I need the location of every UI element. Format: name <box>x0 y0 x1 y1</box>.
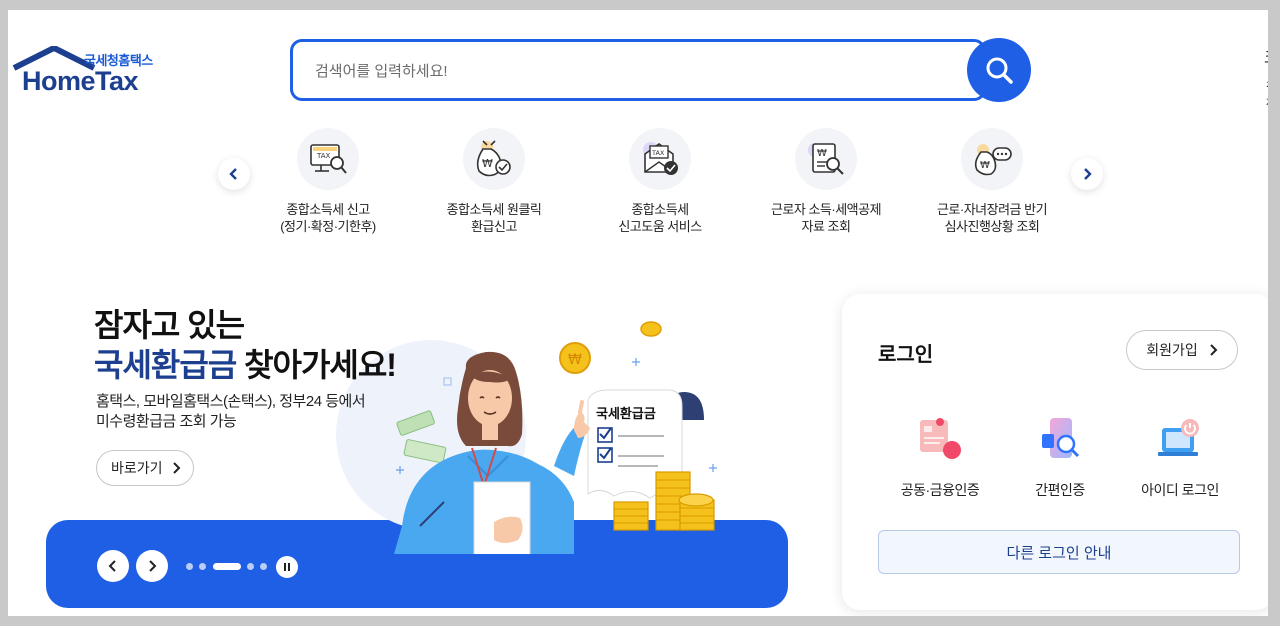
search-bar <box>290 39 986 101</box>
svg-text:₩: ₩ <box>817 148 827 159</box>
hero-title-highlight: 국세환급금 <box>94 347 237 383</box>
quick-menu-label-1: 근로자 소득·세액공제 <box>770 202 882 217</box>
tax-envelope-icon: TAX <box>629 128 691 190</box>
quick-menu-item[interactable]: TAX 종합소득세 신고도움 서비스 <box>575 128 745 235</box>
chevron-right-icon <box>149 560 157 572</box>
login-title: 로그인 <box>878 344 934 366</box>
quick-menu-item[interactable]: ₩ 종합소득세 원클릭 환급신고 <box>409 128 579 235</box>
chevron-left-icon <box>108 560 116 572</box>
refund-illustration: ₩ 국세환급금 <box>394 321 717 554</box>
quick-menu-label-2: 신고도움 서비스 <box>618 219 702 234</box>
banner-dot[interactable] <box>199 563 206 570</box>
svg-text:TAX: TAX <box>651 149 665 157</box>
tax-search-icon: TAX <box>297 128 359 190</box>
hero-title-line2: 국세환급금 찾아가세요! <box>94 340 397 386</box>
quick-menu-label-2: 환급신고 <box>471 219 517 234</box>
search-input[interactable] <box>315 58 955 84</box>
banner-prev-button[interactable] <box>97 550 129 582</box>
window-edge <box>1268 0 1280 626</box>
svg-text:TAX: TAX <box>316 152 331 160</box>
quick-menu-label-1: 종합소득세 <box>631 202 689 217</box>
other-login-guide-button[interactable]: 다른 로그인 안내 <box>878 530 1240 574</box>
banner-next-button[interactable] <box>136 550 168 582</box>
hero-desc-line1: 홈택스, 모바일홈택스(손택스), 정부24 등에서 <box>96 393 366 410</box>
pause-icon <box>284 563 290 571</box>
sign-text: 국세환급금 <box>596 406 656 422</box>
hero-description: 홈택스, 모바일홈택스(손택스), 정부24 등에서 미수령환급금 조회 가능 <box>96 392 366 432</box>
hero-desc-line2: 미수령환급금 조회 가능 <box>96 413 237 430</box>
join-button[interactable]: 회원가입 <box>1126 330 1238 370</box>
quick-menu-label-2: (정기·확정·기한후) <box>280 219 376 234</box>
logo-title: HomeTax <box>22 66 139 96</box>
svg-text:₩: ₩ <box>482 157 493 170</box>
simple-auth-icon <box>1030 412 1090 468</box>
login-option-id[interactable]: 아이디 로그인 <box>1124 412 1236 500</box>
svg-text:₩: ₩ <box>980 160 990 171</box>
chevron-right-icon <box>172 462 180 474</box>
chevron-right-icon <box>1084 168 1092 180</box>
login-option-label: 공동·금융인증 <box>900 482 980 498</box>
quick-menu-label-1: 근로·자녀장려금 반기 <box>936 202 1048 217</box>
quick-menu-next-button[interactable] <box>1071 158 1103 190</box>
quick-menu-item[interactable]: ₩ 근로·자녀장려금 반기 심사진행상황 조회 <box>907 128 1077 235</box>
login-panel: 로그인 회원가입 공동·금융인증 간편인증 아이디 로그인 다른 로그인 안내 <box>842 294 1274 610</box>
go-button[interactable]: 바로가기 <box>96 450 194 486</box>
login-option-certificate[interactable]: 공동·금융인증 <box>884 412 996 500</box>
certificate-icon <box>910 412 970 468</box>
money-chat-icon: ₩ <box>961 128 1023 190</box>
join-button-label: 회원가입 <box>1146 342 1198 358</box>
banner-dot-active[interactable] <box>213 563 241 570</box>
banner-dot[interactable] <box>186 563 193 570</box>
quick-menu-item[interactable]: ₩ 근로자 소득·세액공제 자료 조회 <box>741 128 911 235</box>
banner-dot[interactable] <box>247 563 254 570</box>
banner-pause-button[interactable] <box>276 556 298 578</box>
receipt-search-icon: ₩ <box>795 128 857 190</box>
login-option-label: 간편인증 <box>1035 482 1085 498</box>
id-login-icon <box>1150 412 1210 468</box>
svg-text:₩: ₩ <box>568 352 582 368</box>
go-button-label: 바로가기 <box>111 460 163 476</box>
money-bag-icon: ₩ <box>463 128 525 190</box>
quick-menu-item[interactable]: TAX 종합소득세 신고 (정기·확정·기한후) <box>243 128 413 235</box>
login-option-simple-auth[interactable]: 간편인증 <box>1004 412 1116 500</box>
quick-menu-label-1: 종합소득세 원클릭 <box>446 202 542 217</box>
search-button[interactable] <box>967 38 1031 102</box>
banner-dot[interactable] <box>260 563 267 570</box>
quick-menu-label-1: 종합소득세 신고 <box>286 202 370 217</box>
search-icon <box>986 57 1013 84</box>
quick-menu-label-2: 심사진행상황 조회 <box>944 219 1040 234</box>
quick-menu-label-2: 자료 조회 <box>801 219 851 234</box>
chevron-right-icon <box>1210 344 1218 356</box>
chevron-left-icon <box>229 168 237 180</box>
hometax-logo[interactable]: 국세청홈택스 HomeTax <box>12 46 172 106</box>
login-option-label: 아이디 로그인 <box>1141 482 1219 498</box>
page: 국세청홈택스 HomeTax 크 전체 TAX <box>8 10 1274 616</box>
